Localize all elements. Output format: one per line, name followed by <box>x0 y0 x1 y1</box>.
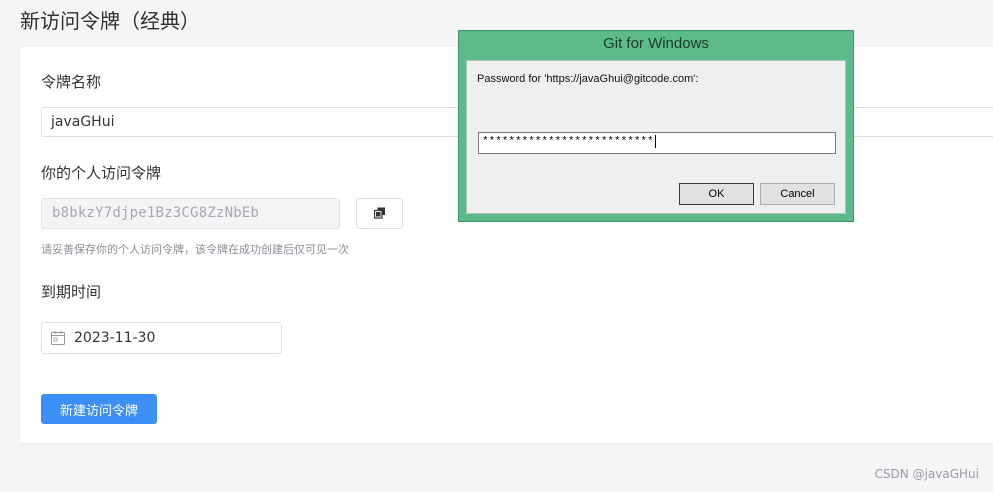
git-password-dialog: Git for Windows Password for 'https://ja… <box>458 30 854 222</box>
copy-icon <box>373 204 386 223</box>
copy-token-button[interactable] <box>356 198 403 229</box>
cancel-button[interactable]: Cancel <box>760 183 835 205</box>
token-value-field: b8bkzY7djpe1Bz3CG8ZzNbEb <box>41 198 340 229</box>
expiry-date-value: 2023-11-30 <box>74 330 156 346</box>
password-prompt: Password for 'https://javaGhui@gitcode.c… <box>477 73 699 85</box>
page-title: 新访问令牌（经典） <box>20 9 200 33</box>
text-caret <box>654 134 656 148</box>
token-value-label: 你的个人访问令牌 <box>41 164 162 182</box>
dialog-title: Git for Windows <box>603 35 709 52</box>
calendar-icon <box>50 330 66 346</box>
create-token-button[interactable]: 新建访问令牌 <box>41 394 157 424</box>
password-input[interactable]: ************************** <box>478 132 836 154</box>
token-save-hint: 请妥善保存你的个人访问令牌，该令牌在成功创建后仅可见一次 <box>41 243 349 256</box>
password-mask: ************************** <box>482 136 654 148</box>
watermark: CSDN @javaGHui <box>874 467 979 481</box>
expiry-label: 到期时间 <box>41 283 102 301</box>
ok-button[interactable]: OK <box>679 183 754 205</box>
token-name-label: 令牌名称 <box>41 73 102 91</box>
expiry-date-picker[interactable]: 2023-11-30 <box>41 322 282 354</box>
dialog-body: Password for 'https://javaGhui@gitcode.c… <box>466 60 846 214</box>
